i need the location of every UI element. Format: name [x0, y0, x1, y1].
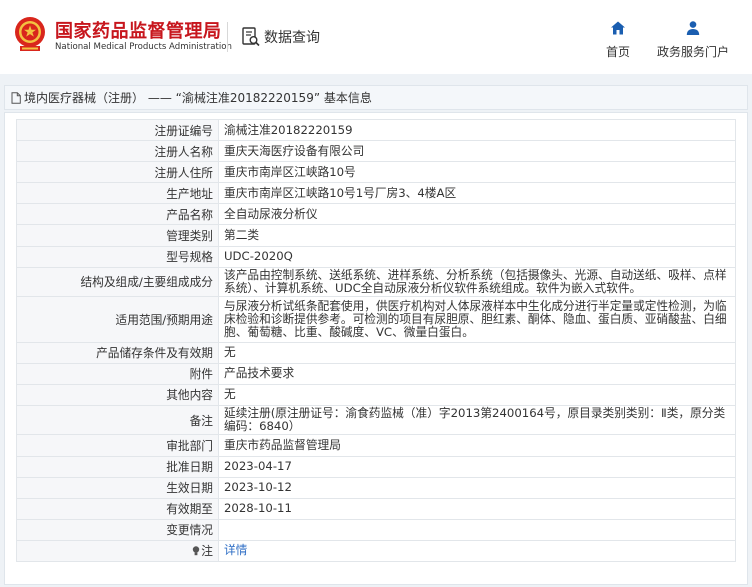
field-label: 产品名称: [16, 203, 219, 226]
detail-panel: 注册证编号 渝械注准20182220159 注册人名称 重庆天海医疗设备有限公司…: [4, 112, 748, 585]
table-row: 型号规格 UDC-2020Q: [16, 245, 736, 268]
table-row: 产品储存条件及有效期 无: [16, 341, 736, 364]
data-query-link[interactable]: 数据查询: [242, 27, 320, 47]
data-query-label: 数据查询: [264, 30, 320, 46]
table-row: 其他内容 无: [16, 383, 736, 406]
table-row: 附件 产品技术要求: [16, 362, 736, 385]
detail-table: 注册证编号 渝械注准20182220159 注册人名称 重庆天海医疗设备有限公司…: [16, 118, 736, 563]
field-label: 批准日期: [16, 455, 219, 478]
field-value: 重庆市药品监督管理局: [218, 434, 736, 457]
record-title-bar: 境内医疗器械（注册） —— “渝械注准20182220159” 基本信息: [4, 85, 748, 110]
site-header: 国家药品监督管理局 National Medical Products Admi…: [0, 0, 752, 74]
note-label-cell: 注: [16, 539, 219, 563]
header-divider: [227, 22, 228, 52]
field-value: 2023-04-17: [218, 455, 736, 478]
nav-service-label: 政务服务门户: [656, 45, 729, 59]
field-label: 附件: [16, 362, 219, 385]
field-value: 重庆市南岸区江峡路10号: [218, 161, 736, 184]
field-label: 变更情况: [16, 518, 219, 541]
field-label: 其他内容: [16, 383, 219, 406]
field-value: 无: [218, 341, 736, 364]
field-value: 与尿液分析试纸条配套使用，供医疗机构对人体尿液样本中生化成分进行半定量或定性检测…: [218, 296, 736, 343]
field-label: 注册证编号: [16, 118, 219, 142]
field-label: 审批部门: [16, 434, 219, 457]
table-row: 注册人住所 重庆市南岸区江峡路10号: [16, 161, 736, 184]
table-row: 产品名称 全自动尿液分析仪: [16, 203, 736, 226]
field-value-cell: 详情: [218, 539, 736, 563]
field-label: 生效日期: [16, 476, 219, 499]
field-value: 全自动尿液分析仪: [218, 203, 736, 226]
field-label: 型号规格: [16, 245, 219, 268]
field-value: 渝械注准20182220159: [218, 118, 736, 142]
table-row: 审批部门 重庆市药品监督管理局: [16, 434, 736, 457]
record-title: 境内医疗器械（注册） —— “渝械注准20182220159” 基本信息: [24, 91, 372, 105]
field-value: 重庆天海医疗设备有限公司: [218, 140, 736, 163]
field-value: 该产品由控制系统、送纸系统、进样系统、分析系统（包括摄像头、光源、自动送纸、吸样…: [218, 266, 736, 298]
user-icon: [686, 21, 700, 35]
brand-name-cn: 国家药品监督管理局: [55, 21, 222, 42]
field-value: 无: [218, 383, 736, 406]
field-label: 备注: [16, 404, 219, 436]
table-row: 备注 延续注册(原注册证号：渝食药监械（准）字2013第2400164号，原目录…: [16, 404, 736, 436]
field-label: 适用范围/预期用途: [16, 296, 219, 343]
document-icon: [11, 91, 21, 104]
details-link[interactable]: 详情: [224, 543, 247, 557]
field-label: 有效期至: [16, 497, 219, 520]
nav-service-portal[interactable]: 政务服务门户: [648, 20, 738, 60]
field-label: 注: [201, 544, 213, 559]
field-value: UDC-2020Q: [218, 245, 736, 268]
table-row: 适用范围/预期用途 与尿液分析试纸条配套使用，供医疗机构对人体尿液样本中生化成分…: [16, 296, 736, 343]
field-value: [218, 518, 736, 541]
data-query-icon: [242, 27, 260, 47]
field-value: 重庆市南岸区江峡路10号1号厂房3、4楼A区: [218, 182, 736, 205]
table-row: 批准日期 2023-04-17: [16, 455, 736, 478]
field-label: 结构及组成/主要组成成分: [16, 266, 219, 298]
table-row: 注册人名称 重庆天海医疗设备有限公司: [16, 140, 736, 163]
field-label: 管理类别: [16, 224, 219, 247]
table-row: 注册证编号 渝械注准20182220159: [16, 118, 736, 142]
field-value: 2023-10-12: [218, 476, 736, 499]
field-label: 注册人名称: [16, 140, 219, 163]
table-row: 结构及组成/主要组成成分 该产品由控制系统、送纸系统、进样系统、分析系统（包括摄…: [16, 266, 736, 298]
field-label: 注册人住所: [16, 161, 219, 184]
table-row: 生效日期 2023-10-12: [16, 476, 736, 499]
table-row: 生产地址 重庆市南岸区江峡路10号1号厂房3、4楼A区: [16, 182, 736, 205]
field-value: 2028-10-11: [218, 497, 736, 520]
home-icon: [611, 21, 625, 35]
table-row: 变更情况: [16, 518, 736, 541]
table-row: 注 详情: [16, 539, 736, 563]
table-row: 有效期至 2028-10-11: [16, 497, 736, 520]
field-label: 产品储存条件及有效期: [16, 341, 219, 364]
table-row: 管理类别 第二类: [16, 224, 736, 247]
field-label: 生产地址: [16, 182, 219, 205]
field-value: 第二类: [218, 224, 736, 247]
nav-home-label: 首页: [605, 45, 630, 59]
brand-name-en: National Medical Products Administration: [55, 42, 232, 52]
lightbulb-icon: [193, 546, 200, 556]
field-value: 产品技术要求: [218, 362, 736, 385]
national-emblem-icon: [15, 17, 45, 51]
field-value: 延续注册(原注册证号：渝食药监械（准）字2013第2400164号，原目录类别类…: [218, 404, 736, 436]
